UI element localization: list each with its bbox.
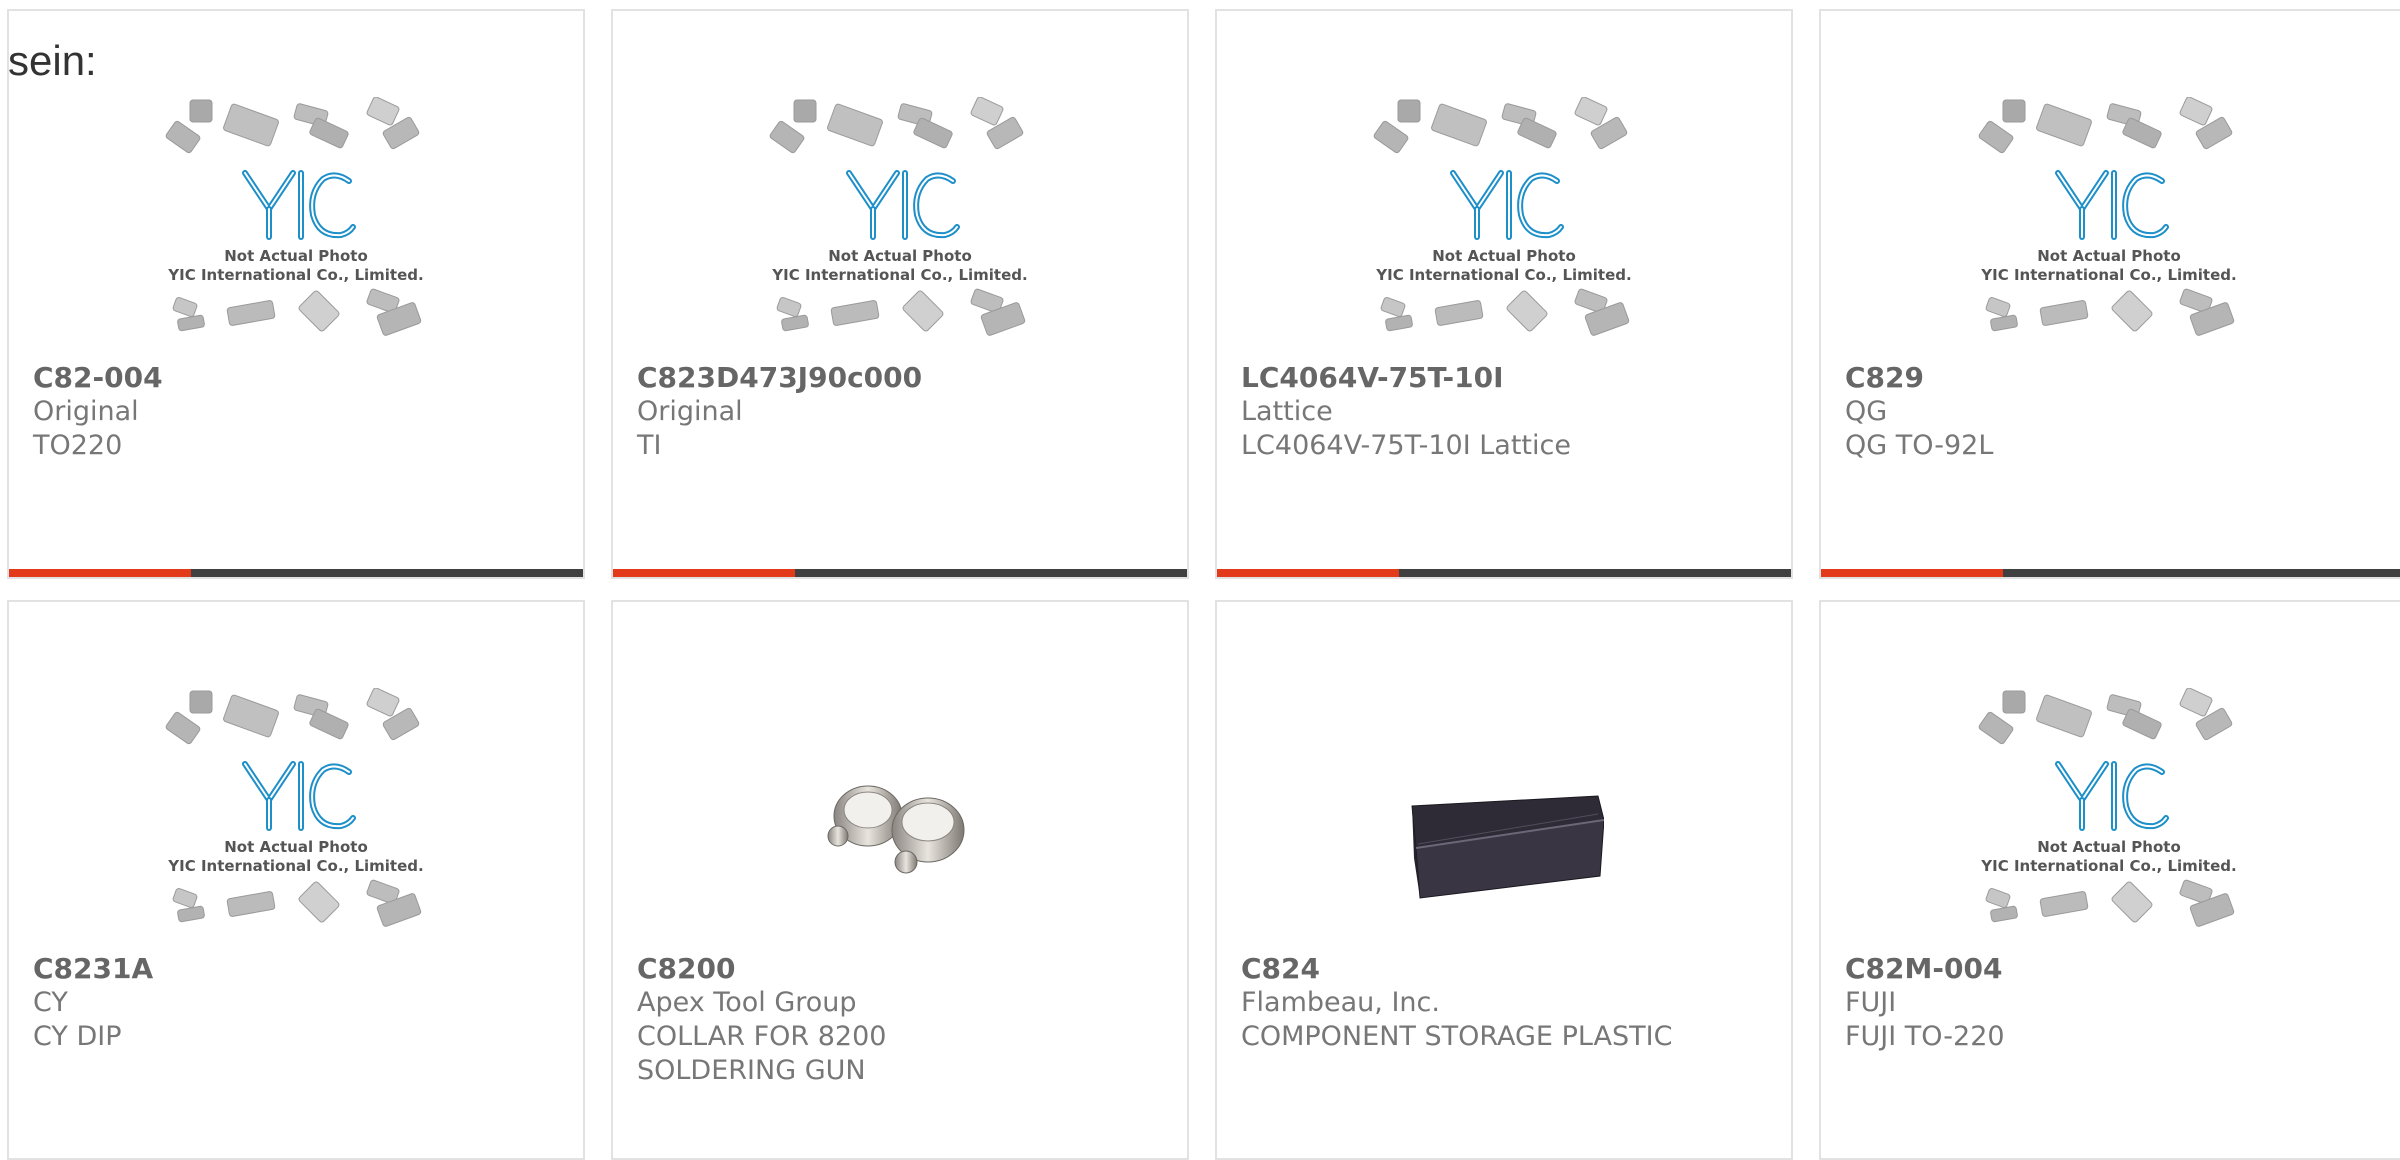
brand: QG bbox=[1845, 396, 1888, 427]
product-card[interactable]: Not Actual Photo YIC International Co., … bbox=[7, 9, 585, 579]
part-number[interactable]: C82-004 bbox=[33, 361, 443, 395]
product-image[interactable]: Not Actual Photo YIC International Co., … bbox=[9, 97, 583, 353]
svg-text:YIC International Co., Limited: YIC International Co., Limited. bbox=[167, 857, 423, 875]
part-number[interactable]: C823D473J90c000 bbox=[637, 361, 1047, 395]
product-card[interactable]: C824 Flambeau, Inc. COMPONENT STORAGE PL… bbox=[1215, 600, 1793, 1160]
product-card[interactable]: Not Actual Photo YIC International Co., … bbox=[1819, 9, 2400, 579]
part-number[interactable]: C829 bbox=[1845, 361, 2260, 395]
svg-text:Not Actual Photo: Not Actual Photo bbox=[828, 247, 972, 265]
card-bottom-bar bbox=[9, 569, 583, 577]
brand: Lattice bbox=[1241, 396, 1333, 427]
brand: CY bbox=[33, 987, 68, 1018]
svg-text:Not Actual Photo: Not Actual Photo bbox=[2037, 838, 2181, 856]
product-image[interactable]: Not Actual Photo YIC International Co., … bbox=[1217, 97, 1791, 353]
product-image[interactable]: Not Actual Photo YIC International Co., … bbox=[613, 97, 1187, 353]
card-accent bbox=[613, 569, 795, 577]
card-accent bbox=[1821, 569, 2003, 577]
card-bottom-bar bbox=[1821, 569, 2400, 577]
card-accent bbox=[1217, 569, 1399, 577]
brand: Flambeau, Inc. bbox=[1241, 987, 1440, 1018]
brand: Original bbox=[637, 396, 743, 427]
description: LC4064V-75T-10I Lattice bbox=[1241, 430, 1571, 461]
part-number[interactable]: C82M-004 bbox=[1845, 952, 2260, 986]
product-card[interactable]: Not Actual Photo YIC International Co., … bbox=[7, 600, 585, 1160]
stray-text: sein: bbox=[8, 37, 97, 84]
svg-text:Not Actual Photo: Not Actual Photo bbox=[224, 247, 368, 265]
svg-text:YIC International Co., Limited: YIC International Co., Limited. bbox=[1375, 266, 1631, 284]
product-grid: Not Actual Photo YIC International Co., … bbox=[0, 0, 2400, 1160]
card-bottom-bar bbox=[1217, 569, 1791, 577]
part-number[interactable]: LC4064V-75T-10I bbox=[1241, 361, 1651, 395]
product-card[interactable]: Not Actual Photo YIC International Co., … bbox=[611, 9, 1189, 579]
description: CY DIP bbox=[33, 1021, 122, 1052]
product-card[interactable]: Not Actual Photo YIC International Co., … bbox=[1819, 600, 2400, 1160]
svg-text:YIC International Co., Limited: YIC International Co., Limited. bbox=[1980, 266, 2236, 284]
svg-text:YIC International Co., Limited: YIC International Co., Limited. bbox=[771, 266, 1027, 284]
description: FUJI TO-220 bbox=[1845, 1021, 2005, 1052]
svg-text:YIC International Co., Limited: YIC International Co., Limited. bbox=[167, 266, 423, 284]
product-image[interactable]: Not Actual Photo YIC International Co., … bbox=[9, 688, 583, 944]
card-accent bbox=[9, 569, 191, 577]
part-number[interactable]: C824 bbox=[1241, 952, 1731, 986]
product-image[interactable]: Not Actual Photo YIC International Co., … bbox=[1821, 688, 2397, 944]
part-number[interactable]: C8231A bbox=[33, 952, 443, 986]
svg-text:Not Actual Photo: Not Actual Photo bbox=[1432, 247, 1576, 265]
brand: Original bbox=[33, 396, 139, 427]
brand: FUJI bbox=[1845, 987, 1897, 1018]
product-card[interactable]: Not Actual Photo YIC International Co., … bbox=[1215, 9, 1793, 579]
description: COLLAR FOR 8200 SOLDERING GUN bbox=[637, 1021, 887, 1086]
card-bottom-bar bbox=[613, 569, 1187, 577]
part-number[interactable]: C8200 bbox=[637, 952, 1027, 986]
svg-text:YIC International Co., Limited: YIC International Co., Limited. bbox=[1980, 857, 2236, 875]
description: TI bbox=[637, 430, 662, 461]
svg-text:Not Actual Photo: Not Actual Photo bbox=[224, 838, 368, 856]
brand: Apex Tool Group bbox=[637, 987, 857, 1018]
description: QG TO-92L bbox=[1845, 430, 1994, 461]
svg-text:Not Actual Photo: Not Actual Photo bbox=[2037, 247, 2181, 265]
description: TO220 bbox=[33, 430, 123, 461]
product-card[interactable]: C8200 Apex Tool Group COLLAR FOR 8200 SO… bbox=[611, 600, 1189, 1160]
product-image[interactable]: Not Actual Photo YIC International Co., … bbox=[1821, 97, 2397, 353]
description: COMPONENT STORAGE PLASTIC bbox=[1241, 1021, 1673, 1052]
